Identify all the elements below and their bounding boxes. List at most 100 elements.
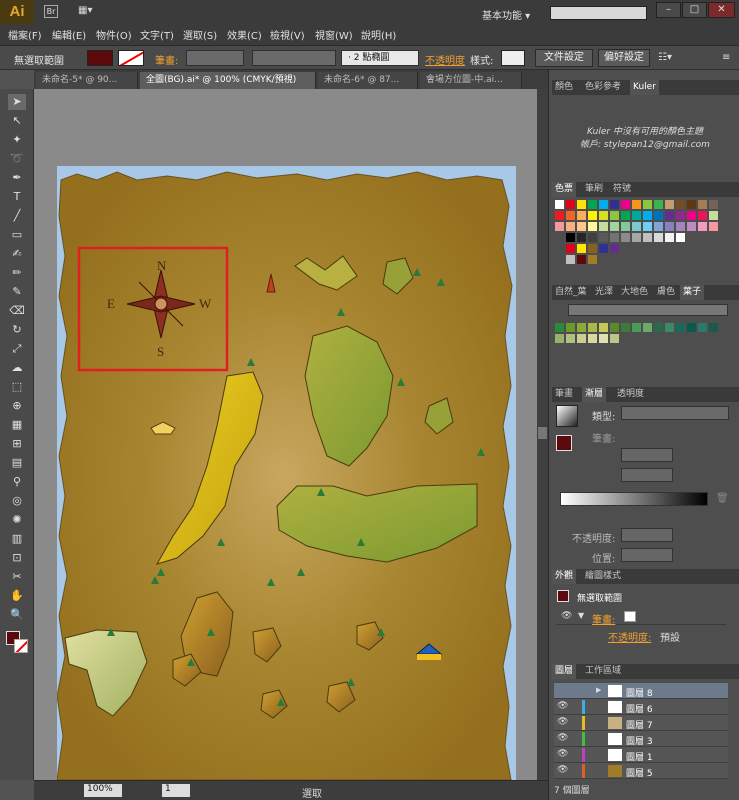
treasure-map-artwork[interactable]: N S E W: [57, 166, 516, 780]
fill-swatch[interactable]: [87, 50, 113, 66]
tab-transparency[interactable]: 透明度: [614, 387, 647, 402]
tab-layers[interactable]: 圖層: [552, 664, 577, 679]
zoom-field[interactable]: 100%: [84, 784, 122, 797]
vertical-scrollbar[interactable]: [537, 89, 548, 780]
leaves-swatch-grid[interactable]: [555, 323, 721, 345]
gradient-preview[interactable]: [556, 405, 578, 427]
minimize-button[interactable]: –: [656, 2, 681, 18]
swatch-grid[interactable]: [555, 200, 721, 266]
line-tool-icon[interactable]: ╱: [8, 208, 26, 224]
menu-file[interactable]: 檔案(F): [8, 27, 42, 42]
appearance-stroke-label[interactable]: 筆畫:: [592, 611, 615, 626]
menu-type[interactable]: 文字(T): [140, 27, 174, 42]
zoom-tool-icon[interactable]: 🔍: [8, 607, 26, 623]
variable-width-dropdown[interactable]: [252, 50, 336, 66]
panel-menu-icon[interactable]: ≡: [722, 52, 730, 63]
tab-swatches[interactable]: 色票: [552, 182, 577, 197]
tab-kuler[interactable]: Kuler: [630, 80, 659, 95]
symbol-sprayer-tool-icon[interactable]: ✺: [8, 512, 26, 528]
appearance-stroke-row[interactable]: 👁 ▼ 筆畫:: [556, 609, 726, 626]
brush-dropdown[interactable]: · 2 點橢圓: [341, 50, 419, 66]
eraser-tool-icon[interactable]: ⌫: [8, 303, 26, 319]
gradient-angle-field[interactable]: [621, 448, 673, 462]
tab-gradient[interactable]: 漸層: [582, 387, 607, 402]
shape-builder-tool-icon[interactable]: ⊕: [8, 398, 26, 414]
eyedropper-tool-icon[interactable]: ⚲: [8, 474, 26, 490]
layer-row[interactable]: 👁 圖層 7: [554, 715, 728, 731]
fill-stroke-widget[interactable]: [6, 631, 28, 653]
tab-document-2[interactable]: 全圖(BG).ai* @ 100% (CMYK/預視): [140, 72, 316, 89]
preferences-button[interactable]: 偏好設定: [598, 49, 650, 67]
type-tool-icon[interactable]: T: [8, 189, 26, 205]
search-input[interactable]: [550, 6, 647, 20]
slice-tool-icon[interactable]: ✂: [8, 569, 26, 585]
tab-document-3[interactable]: 未命名-6* @ 87...: [318, 72, 418, 89]
tab-leaves[interactable]: 葉子: [680, 285, 705, 300]
hand-tool-icon[interactable]: ✋: [8, 588, 26, 604]
page-field[interactable]: 1: [162, 784, 190, 797]
layer-row[interactable]: 👁 圖層 5: [554, 763, 728, 779]
tab-artboards[interactable]: 工作區域: [582, 664, 624, 679]
tab-stroke[interactable]: 筆畫: [552, 387, 576, 402]
pen-tool-icon[interactable]: ✒: [8, 170, 26, 186]
perspective-grid-tool-icon[interactable]: ▦: [8, 417, 26, 433]
magic-wand-tool-icon[interactable]: ✦: [8, 132, 26, 148]
tab-appearance[interactable]: 外觀: [552, 569, 577, 584]
stroke-weight-field[interactable]: [186, 50, 244, 66]
menu-object[interactable]: 物件(O): [96, 27, 132, 42]
tab-brushes[interactable]: 筆刷: [582, 182, 606, 197]
blob-brush-tool-icon[interactable]: ✎: [8, 284, 26, 300]
tab-graphic-styles[interactable]: 繪圖樣式: [582, 569, 624, 584]
gradient-position-field[interactable]: [621, 548, 673, 562]
menu-view[interactable]: 檢視(V): [270, 27, 305, 42]
gradient-ratio-field[interactable]: [621, 468, 673, 482]
trash-icon[interactable]: 🗑: [716, 493, 729, 504]
layer-row[interactable]: 👁 圖層 6: [554, 699, 728, 715]
tab-nature[interactable]: 自然_葉: [552, 285, 590, 300]
free-transform-tool-icon[interactable]: ⬚: [8, 379, 26, 395]
mesh-tool-icon[interactable]: ⊞: [8, 436, 26, 452]
lasso-tool-icon[interactable]: ➰: [8, 151, 26, 167]
selection-tool-icon[interactable]: ➤: [8, 94, 26, 110]
library-search[interactable]: [568, 304, 728, 316]
rectangle-tool-icon[interactable]: ▭: [8, 227, 26, 243]
menu-select[interactable]: 選取(S): [183, 27, 217, 42]
warp-tool-icon[interactable]: ☁: [8, 360, 26, 376]
layer-row[interactable]: 👁 圖層 3: [554, 731, 728, 747]
direct-selection-tool-icon[interactable]: ↖: [8, 113, 26, 129]
opacity-label[interactable]: 不透明度: [425, 52, 465, 67]
menu-help[interactable]: 說明(H): [361, 27, 396, 42]
appearance-opacity-row[interactable]: 不透明度: 預設: [556, 627, 726, 644]
tab-color[interactable]: 顏色: [552, 80, 576, 95]
scale-tool-icon[interactable]: ⤢: [8, 341, 26, 357]
menu-edit[interactable]: 編輯(E): [52, 27, 86, 42]
menu-window[interactable]: 視窗(W): [315, 27, 353, 42]
column-graph-tool-icon[interactable]: ▥: [8, 531, 26, 547]
artboard-tool-icon[interactable]: ⊡: [8, 550, 26, 566]
gradient-opacity-field[interactable]: [621, 528, 673, 542]
stroke-swatch[interactable]: [118, 50, 144, 66]
blend-tool-icon[interactable]: ◎: [8, 493, 26, 509]
pencil-tool-icon[interactable]: ✏: [8, 265, 26, 281]
tab-symbols[interactable]: 符號: [610, 182, 634, 197]
workspace-switcher[interactable]: 基本功能 ▾: [482, 7, 530, 22]
style-swatch[interactable]: [501, 50, 525, 66]
gradient-type-dropdown[interactable]: [621, 406, 729, 420]
document-setup-button[interactable]: 文件設定: [535, 49, 593, 67]
gradient-tool-icon[interactable]: ▤: [8, 455, 26, 471]
gradient-fill-swatch[interactable]: [556, 435, 572, 451]
paintbrush-tool-icon[interactable]: ✍: [8, 246, 26, 262]
tab-document-1[interactable]: 未命名-5* @ 90...: [36, 72, 138, 89]
layer-row[interactable]: ▶ 圖層 8: [554, 683, 728, 699]
gradient-slider[interactable]: [560, 492, 708, 506]
arrange-icon[interactable]: ☷▾: [658, 52, 672, 63]
tab-earth[interactable]: 大地色: [618, 285, 651, 300]
maximize-button[interactable]: □: [682, 2, 707, 18]
close-button[interactable]: ✕: [708, 2, 735, 18]
tab-color-guide[interactable]: 色彩參考: [582, 80, 624, 95]
bridge-icon[interactable]: Br: [44, 5, 58, 18]
appearance-opacity-label[interactable]: 不透明度:: [608, 629, 651, 644]
menu-effect[interactable]: 效果(C): [227, 27, 262, 42]
tab-document-4[interactable]: 會場方位圖-中.ai...: [420, 72, 522, 89]
tab-skin[interactable]: 膚色: [654, 285, 678, 300]
